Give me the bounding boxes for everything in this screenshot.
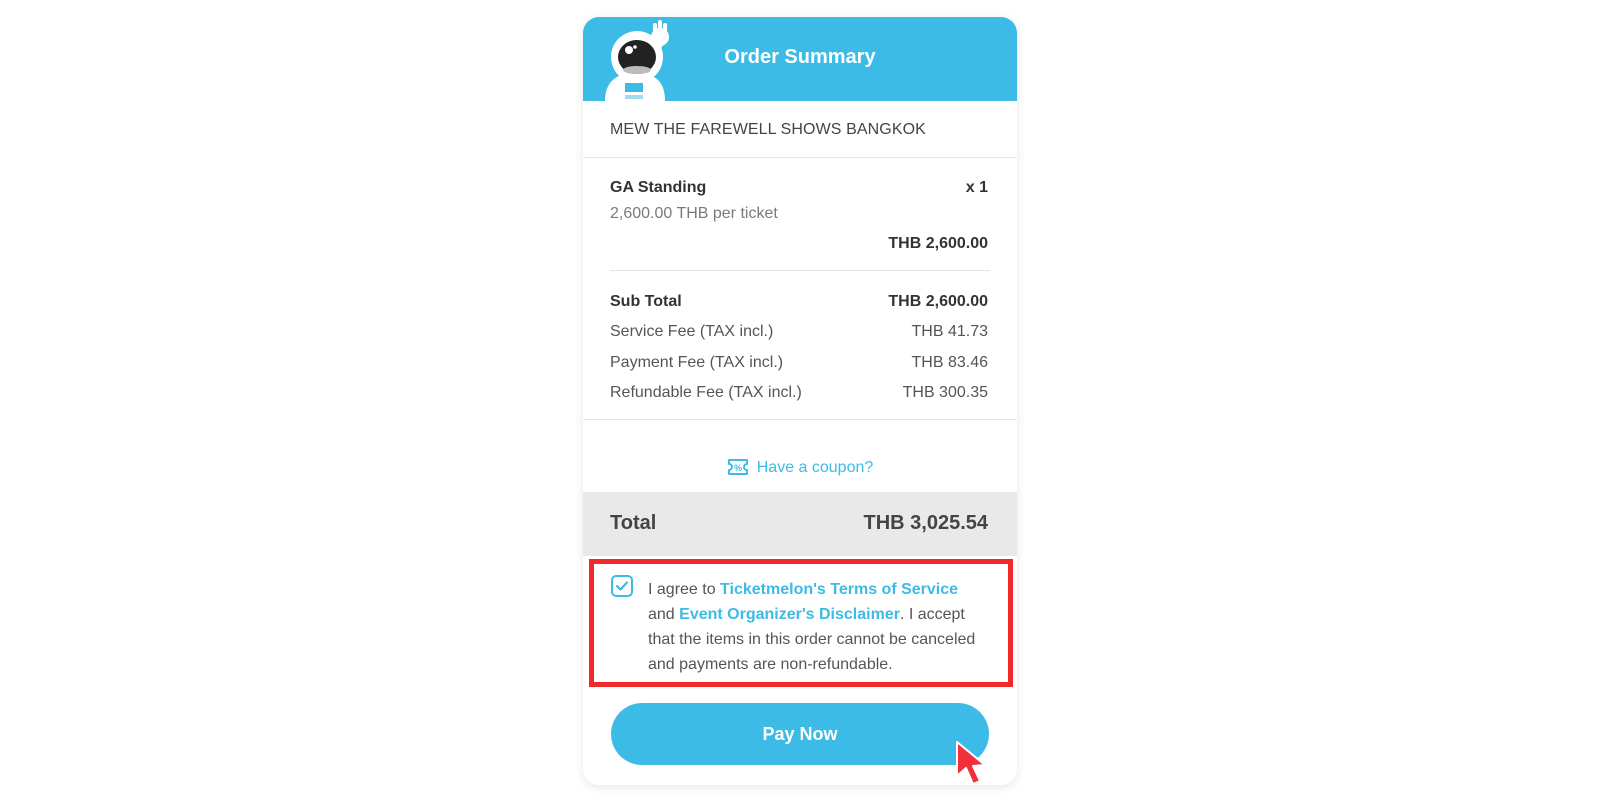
page-title: Order Summary [583, 46, 1017, 69]
page-title-text: Order Summary [724, 46, 876, 68]
refundable-fee-row: Refundable Fee (TAX incl.) THB 300.35 [610, 384, 988, 404]
agree-checkbox[interactable] [611, 575, 633, 597]
checkmark-icon [615, 581, 629, 591]
coupon-icon: % [727, 459, 748, 475]
agreement-text-1: I agree to [648, 581, 721, 598]
svg-text:%: % [734, 463, 742, 473]
pay-now-button[interactable]: Pay Now [611, 703, 989, 765]
coupon-label: Have a coupon? [756, 459, 874, 476]
event-name: MEW THE FAREWELL SHOWS BANGKOK [610, 121, 926, 138]
ticket-type: GA Standing [610, 179, 707, 196]
ticket-price-row: 2,600.00 THB per ticket [610, 205, 988, 225]
ticket-total-row: THB 2,600.00 [610, 235, 988, 255]
total-value: THB 3,025.54 [863, 512, 988, 534]
total-bar: Total THB 3,025.54 [583, 492, 1017, 556]
payment-fee-value: THB 83.46 [911, 354, 988, 371]
divider [583, 419, 1017, 420]
ticket-type-row: GA Standing x 1 [610, 179, 988, 199]
service-fee-row: Service Fee (TAX incl.) THB 41.73 [610, 323, 988, 343]
divider [583, 157, 1017, 158]
divider [610, 270, 990, 271]
service-fee-label: Service Fee (TAX incl.) [610, 323, 774, 340]
payment-fee-row: Payment Fee (TAX incl.) THB 83.46 [610, 354, 988, 374]
ticket-quantity: x 1 [965, 179, 988, 196]
subtotal-value: THB 2,600.00 [888, 293, 988, 310]
subtotal-row: Sub Total THB 2,600.00 [610, 293, 988, 313]
order-summary-header: Order Summary [583, 17, 1017, 101]
payment-fee-label: Payment Fee (TAX incl.) [610, 354, 784, 371]
organizer-disclaimer-link[interactable]: Event Organizer's Disclaimer [679, 606, 900, 623]
refundable-fee-value: THB 300.35 [902, 384, 988, 401]
agreement-text-2: and [648, 606, 680, 623]
coupon-link[interactable]: % Have a coupon? [583, 458, 1017, 477]
agreement-text: I agree to Ticketmelon's Terms of Servic… [648, 577, 988, 677]
service-fee-value: THB 41.73 [911, 323, 988, 340]
ticket-unit-price: 2,600.00 THB per ticket [610, 205, 778, 222]
mouse-pointer-icon [956, 741, 986, 785]
refundable-fee-label: Refundable Fee (TAX incl.) [610, 384, 802, 401]
subtotal-label: Sub Total [610, 293, 682, 310]
ticket-line-total: THB 2,600.00 [888, 235, 988, 252]
terms-of-service-link[interactable]: Ticketmelon's Terms of Service [720, 581, 958, 598]
total-label: Total [610, 512, 657, 534]
